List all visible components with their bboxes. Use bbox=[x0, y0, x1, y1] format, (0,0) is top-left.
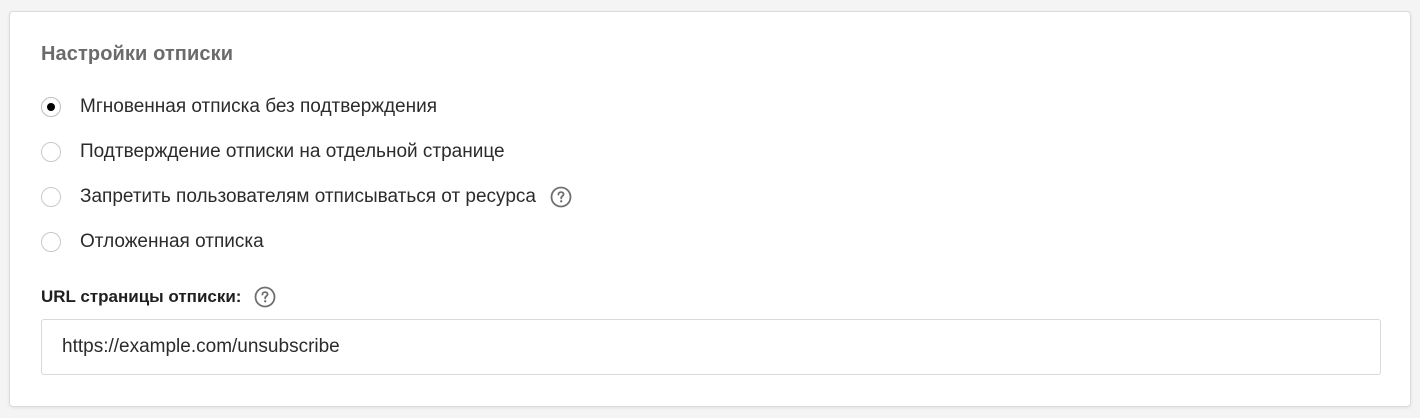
option-label: Отложенная отписка bbox=[80, 231, 264, 252]
radio-button[interactable] bbox=[41, 187, 61, 207]
unsubscribe-mode-radio-group: Мгновенная отписка без подтверждения Под… bbox=[41, 93, 741, 256]
option-confirm-on-separate-page[interactable]: Подтверждение отписки на отдельной стран… bbox=[41, 138, 741, 166]
option-label: Мгновенная отписка без подтверждения bbox=[80, 96, 438, 117]
radio-button-checked[interactable] bbox=[41, 97, 61, 117]
radio-button[interactable] bbox=[41, 142, 61, 162]
question-circle-icon[interactable] bbox=[550, 186, 572, 208]
url-field-label: URL страницы отписки: bbox=[41, 287, 242, 306]
url-field-label-row: URL страницы отписки: bbox=[41, 284, 276, 310]
option-instant-unsubscribe[interactable]: Мгновенная отписка без подтверждения bbox=[41, 93, 741, 121]
question-circle-icon[interactable] bbox=[254, 286, 276, 308]
option-label: Подтверждение отписки на отдельной стран… bbox=[80, 141, 505, 162]
option-label: Запретить пользователям отписываться от … bbox=[80, 186, 536, 207]
radio-button[interactable] bbox=[41, 232, 61, 252]
unsubscribe-url-input[interactable] bbox=[41, 319, 1381, 375]
unsubscribe-settings-card: Настройки отписки Мгновенная отписка без… bbox=[9, 11, 1411, 407]
option-delayed-unsubscribe[interactable]: Отложенная отписка bbox=[41, 228, 741, 256]
option-forbid-unsubscribe[interactable]: Запретить пользователям отписываться от … bbox=[41, 183, 741, 211]
section-title: Настройки отписки bbox=[41, 43, 234, 65]
